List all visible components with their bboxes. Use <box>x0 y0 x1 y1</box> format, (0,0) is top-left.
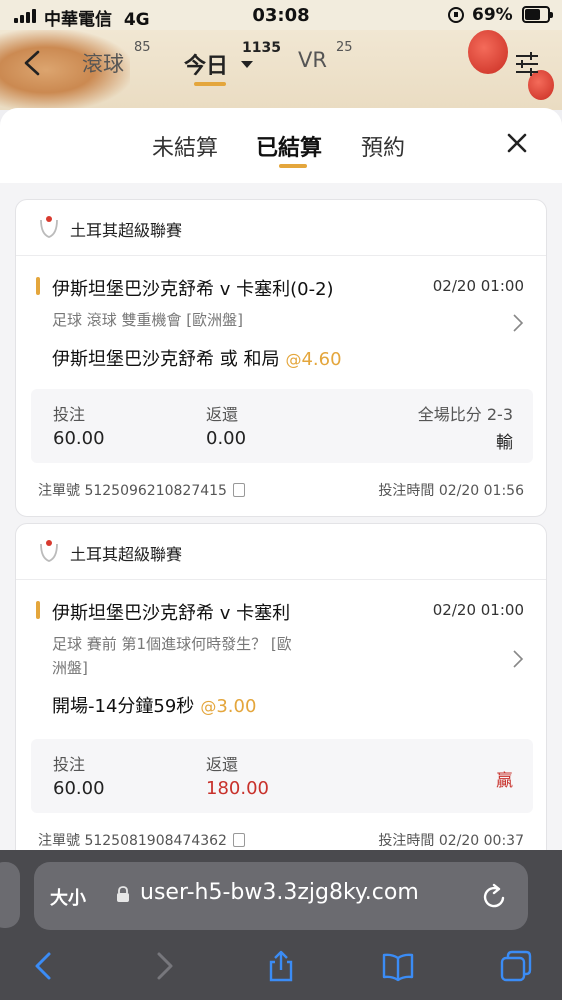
lock-icon <box>117 886 129 902</box>
bet-summary-box: 投注 60.00 返還 0.00 全場比分 2-3 輸 <box>31 389 533 463</box>
bet-card[interactable]: 土耳其超級聯賽 伊斯坦堡巴沙克舒希 v 卡塞利(0-2) 02/20 01:00… <box>15 199 547 517</box>
bet-card[interactable]: 土耳其超級聯賽 伊斯坦堡巴沙克舒希 v 卡塞利 02/20 01:00 足球 賽… <box>15 523 547 863</box>
tab-today[interactable]: 今日 1135 <box>184 40 281 80</box>
rotation-lock-icon <box>448 7 464 23</box>
top-nav: 滾球 85 今日 1135 VR 25 <box>0 30 562 110</box>
stake-label: 投注 <box>53 755 86 774</box>
url-text[interactable]: user-h5-bw3.3zjg8ky.com <box>140 880 419 905</box>
copy-icon[interactable] <box>232 483 245 497</box>
text-size-button[interactable]: 大小 <box>50 884 86 910</box>
battery-icon <box>522 6 553 23</box>
tab-unsettled[interactable]: 未結算 <box>152 130 218 162</box>
stake-value: 60.00 <box>53 778 105 799</box>
full-time-score: 全場比分 2-3 <box>417 405 513 424</box>
bet-result: 贏 <box>496 771 513 791</box>
tab-vr-count: 25 <box>336 40 353 55</box>
tab-settled[interactable]: 已結算 <box>256 130 322 162</box>
match-time: 02/20 01:00 <box>432 601 524 619</box>
league-header: 土耳其超級聯賽 <box>16 200 546 256</box>
market-description: 足球 滾球 雙重機會 [歐洲盤] <box>52 311 244 329</box>
battery-percent: 69% <box>472 5 513 25</box>
tab-vr[interactable]: VR 25 <box>298 40 353 72</box>
tab-today-count: 1135 <box>242 40 281 56</box>
order-number: 注單號 5125096210827415 <box>38 480 245 500</box>
trophy-icon <box>40 216 58 238</box>
odds-value: @4.60 <box>285 349 342 370</box>
forward-icon[interactable] <box>148 950 180 982</box>
previous-tab-pill[interactable] <box>0 862 20 928</box>
league-name: 土耳其超級聯賽 <box>70 221 183 240</box>
browser-toolbar: 大小 user-h5-bw3.3zjg8ky.com <box>0 850 562 1000</box>
bookmarks-icon[interactable] <box>382 950 414 982</box>
sheet-header: 未結算 已結算 預約 <box>0 108 562 183</box>
match-title: 伊斯坦堡巴沙克舒希 v 卡塞利 <box>52 603 291 624</box>
odds-value: @3.00 <box>200 696 257 717</box>
match-title: 伊斯坦堡巴沙克舒希 v 卡塞利(0-2) <box>52 279 334 300</box>
return-value: 0.00 <box>206 428 247 449</box>
tab-today-underline <box>194 82 226 86</box>
address-bar[interactable]: 大小 user-h5-bw3.3zjg8ky.com <box>34 862 528 930</box>
bet-time: 投注時間 02/20 01:56 <box>378 483 524 499</box>
tab-inplay-count: 85 <box>134 40 151 55</box>
trophy-icon <box>40 540 58 562</box>
order-number: 注單號 5125081908474362 <box>38 830 245 850</box>
bet-time: 投注時間 02/20 00:37 <box>378 833 524 849</box>
tabs-icon[interactable] <box>500 950 532 982</box>
tab-reserved[interactable]: 預約 <box>361 130 405 162</box>
league-name: 土耳其超級聯賽 <box>70 545 183 564</box>
status-bar: 中華電信 4G 03:08 69% <box>0 0 562 30</box>
market-description-cont: 洲盤] <box>52 659 88 677</box>
match-indicator <box>36 601 40 619</box>
market-description: 足球 賽前 第1個進球何時發生？ [歐 <box>52 635 292 653</box>
league-header: 土耳其超級聯賽 <box>16 524 546 580</box>
match-indicator <box>36 277 40 295</box>
filter-settings-icon[interactable] <box>514 52 540 76</box>
match-time: 02/20 01:00 <box>432 277 524 295</box>
bet-selection: 開場-14分鐘59秒 @3.00 <box>52 696 257 717</box>
return-label: 返還 <box>206 755 239 774</box>
stake-value: 60.00 <box>53 428 105 449</box>
back-icon[interactable] <box>28 950 60 982</box>
back-arrow-icon[interactable] <box>22 50 44 76</box>
chevron-down-icon[interactable] <box>241 61 253 68</box>
share-icon[interactable] <box>265 950 297 982</box>
bet-selection: 伊斯坦堡巴沙克舒希 或 和局 @4.60 <box>52 349 342 370</box>
reload-icon[interactable] <box>482 882 508 910</box>
tab-settled-underline <box>279 164 307 168</box>
bet-result: 輸 <box>496 433 513 453</box>
return-value: 180.00 <box>206 778 269 799</box>
return-label: 返還 <box>206 405 239 424</box>
tab-inplay[interactable]: 滾球 85 <box>82 40 151 78</box>
close-icon[interactable] <box>506 132 528 154</box>
stake-label: 投注 <box>53 405 86 424</box>
chevron-right-icon[interactable] <box>512 313 524 333</box>
copy-icon[interactable] <box>232 833 245 847</box>
chevron-right-icon[interactable] <box>512 649 524 669</box>
lantern-decoration <box>468 30 508 74</box>
bet-summary-box: 投注 60.00 返還 180.00 贏 <box>31 739 533 813</box>
